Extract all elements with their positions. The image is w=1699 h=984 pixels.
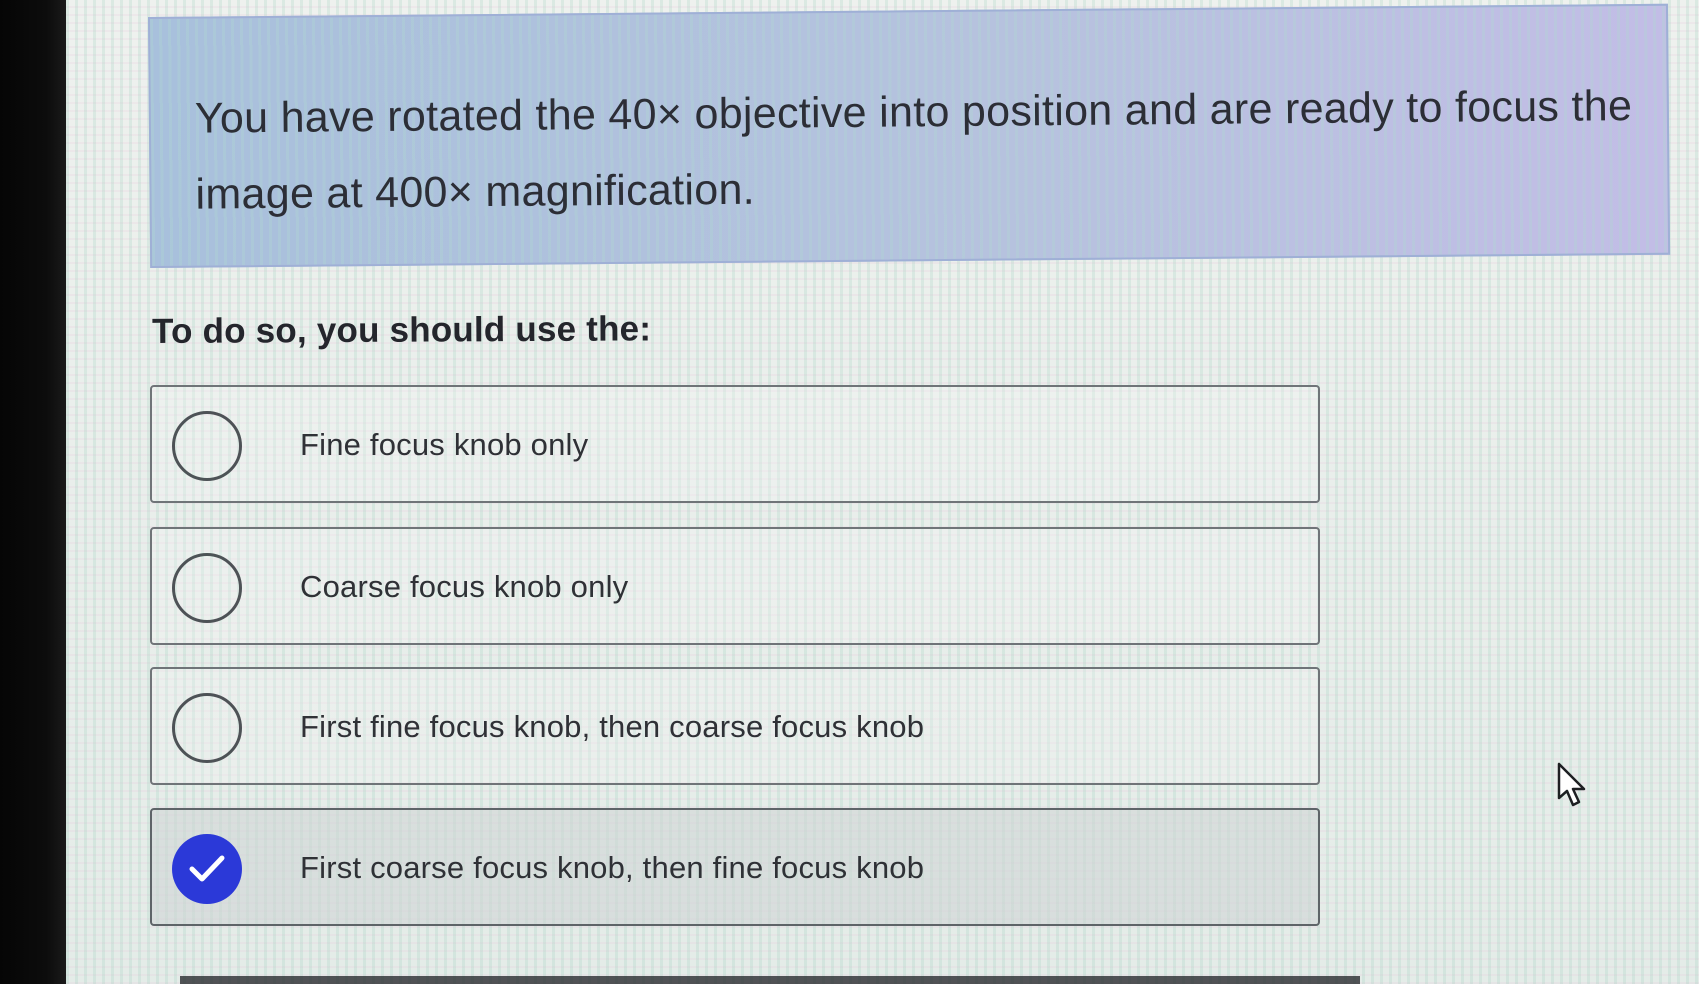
radio-button[interactable] — [172, 553, 242, 623]
radio-button[interactable] — [172, 411, 242, 481]
monitor-bezel — [0, 0, 66, 984]
option-label: First coarse focus knob, then fine focus… — [300, 850, 925, 885]
option-label: Fine focus knob only — [300, 427, 589, 462]
option-coarse-then-fine[interactable]: First coarse focus knob, then fine focus… — [150, 808, 1320, 926]
divider — [180, 976, 1360, 984]
answer-options: Fine focus knob only Coarse focus knob o… — [150, 0, 1330, 984]
radio-button[interactable] — [172, 693, 242, 763]
checkmark-icon — [189, 855, 225, 882]
option-fine-focus-only[interactable]: Fine focus knob only — [150, 385, 1320, 503]
option-label: Coarse focus knob only — [300, 569, 629, 604]
option-label: First fine focus knob, then coarse focus… — [300, 709, 925, 744]
quiz-screen: You have rotated the 40× objective into … — [66, 0, 1699, 984]
radio-button-checked[interactable] — [172, 834, 242, 904]
option-fine-then-coarse[interactable]: First fine focus knob, then coarse focus… — [150, 667, 1320, 785]
option-coarse-focus-only[interactable]: Coarse focus knob only — [150, 527, 1320, 645]
mouse-pointer-icon — [1557, 762, 1586, 807]
